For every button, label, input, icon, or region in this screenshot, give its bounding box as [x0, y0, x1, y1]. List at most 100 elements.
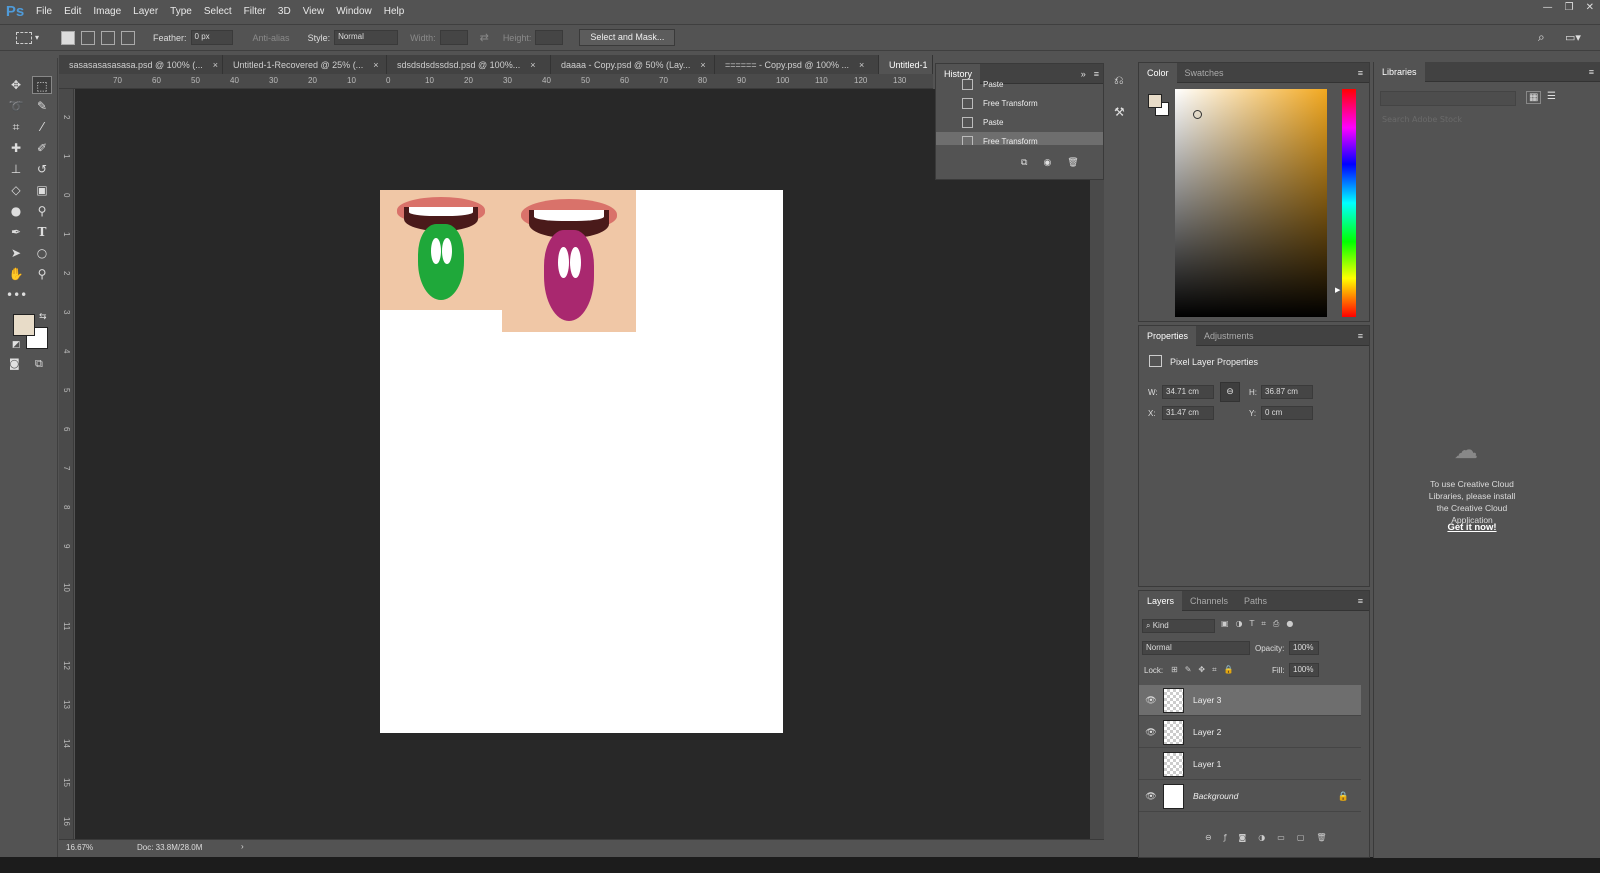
type-tool-icon[interactable]: T: [32, 223, 52, 241]
history-item[interactable]: Paste: [936, 113, 1103, 132]
marquee-tool-icon[interactable]: ⬚: [32, 76, 52, 94]
hand-tool-icon[interactable]: ✋: [6, 265, 26, 283]
tab-close-icon[interactable]: ×: [530, 60, 535, 70]
tab-channels[interactable]: Channels: [1182, 591, 1236, 611]
tab-close-icon[interactable]: ×: [373, 60, 378, 70]
snapshot-camera-icon[interactable]: ◉: [1043, 158, 1051, 168]
panel-menu-icon[interactable]: ≡: [1358, 331, 1363, 341]
hue-slider[interactable]: [1342, 89, 1356, 317]
hue-slider-handle-icon[interactable]: ▶: [1335, 286, 1340, 294]
menu-select[interactable]: Select: [198, 6, 238, 17]
more-tools-icon[interactable]: •••: [6, 286, 27, 304]
foreground-color-swatch[interactable]: [13, 314, 35, 336]
tab-layers[interactable]: Layers: [1139, 590, 1183, 611]
tab-document-5[interactable]: ====== - Copy.psd @ 100% ... ×: [715, 55, 879, 74]
quick-select-tool-icon[interactable]: ✎: [32, 97, 52, 115]
layer-row[interactable]: 👁 Layer 2: [1139, 717, 1361, 748]
tab-color[interactable]: Color: [1139, 62, 1177, 83]
gradient-tool-icon[interactable]: ▣: [32, 181, 52, 199]
visibility-eye-icon[interactable]: 👁: [1139, 695, 1163, 706]
opacity-input[interactable]: 100%: [1289, 641, 1319, 655]
brush-tool-icon[interactable]: ✐: [32, 139, 52, 157]
panel-menu-icon[interactable]: ≡: [1358, 596, 1363, 606]
tab-document-4[interactable]: daaaa - Copy.psd @ 50% (Lay... ×: [551, 55, 715, 74]
history-brush-tool-icon[interactable]: ↺: [32, 160, 52, 178]
marquee-tool-preset-icon[interactable]: [16, 31, 32, 44]
tab-libraries[interactable]: Libraries: [1374, 61, 1425, 82]
get-it-now-link[interactable]: Get it now!: [1434, 522, 1510, 533]
layer-row[interactable]: 👁 Layer 3: [1139, 685, 1361, 716]
tab-close-icon[interactable]: ×: [700, 60, 705, 70]
menu-3d[interactable]: 3D: [272, 6, 297, 17]
status-expand-icon[interactable]: ›: [241, 842, 244, 851]
menu-help[interactable]: Help: [378, 6, 411, 17]
zoom-tool-icon[interactable]: ⚲: [32, 265, 52, 283]
canvas-area[interactable]: [75, 89, 1090, 839]
tab-close-icon[interactable]: ×: [213, 60, 218, 70]
move-tool-icon[interactable]: ✥: [6, 76, 26, 94]
swap-dimensions-icon[interactable]: ⇄: [480, 31, 489, 44]
eyedropper-tool-icon[interactable]: ⁄: [32, 118, 52, 136]
width-input[interactable]: 34.71 cm: [1162, 385, 1214, 399]
tab-document-2[interactable]: Untitled-1-Recovered @ 25% (... ×: [223, 55, 387, 74]
style-select[interactable]: Normal: [334, 30, 399, 45]
grid-view-icon[interactable]: ▦: [1526, 91, 1542, 104]
panel-menu-icon[interactable]: ≡: [1358, 68, 1363, 78]
menu-layer[interactable]: Layer: [127, 6, 164, 17]
intersect-selection-icon[interactable]: [121, 30, 136, 45]
tool-presets-icon[interactable]: ⚒: [1114, 105, 1125, 119]
restore-icon[interactable]: ❐: [1565, 2, 1574, 13]
menu-filter[interactable]: Filter: [238, 6, 272, 17]
y-input[interactable]: 0 cm: [1261, 406, 1313, 420]
tab-swatches[interactable]: Swatches: [1177, 63, 1232, 83]
menu-type[interactable]: Type: [164, 6, 198, 17]
visibility-eye-icon[interactable]: 👁: [1139, 791, 1163, 802]
clone-stamp-tool-icon[interactable]: ⊥: [6, 160, 26, 178]
history-item[interactable]: Free Transform: [936, 94, 1103, 113]
list-view-icon[interactable]: ☰: [1547, 91, 1556, 102]
lasso-tool-icon[interactable]: ➰: [6, 97, 26, 115]
menu-window[interactable]: Window: [330, 6, 378, 17]
tab-adjustments[interactable]: Adjustments: [1196, 326, 1262, 346]
tab-document-1[interactable]: sasasasasasasa.psd @ 100% (... ×: [59, 55, 223, 74]
lock-icons[interactable]: ⊞✎✥⌗🔒: [1171, 665, 1241, 675]
new-selection-icon[interactable]: [61, 30, 76, 45]
new-document-from-state-icon[interactable]: ⧉: [1021, 158, 1027, 168]
subtract-from-selection-icon[interactable]: [101, 30, 116, 45]
filter-kind-select[interactable]: ⌕ Kind: [1142, 619, 1215, 633]
menu-edit[interactable]: Edit: [58, 6, 87, 17]
document-canvas[interactable]: [380, 190, 783, 733]
width-input[interactable]: [439, 30, 468, 45]
x-input[interactable]: 31.47 cm: [1162, 406, 1214, 420]
feather-input[interactable]: 0 px: [190, 30, 233, 45]
height-input[interactable]: 36.87 cm: [1261, 385, 1313, 399]
add-to-selection-icon[interactable]: [81, 30, 96, 45]
menu-image[interactable]: Image: [87, 6, 127, 17]
anti-alias-checkbox[interactable]: Anti-alias: [253, 33, 290, 43]
ellipse-tool-icon[interactable]: ○: [32, 244, 52, 262]
tab-document-6[interactable]: Untitled-1: [879, 55, 933, 74]
history-item[interactable]: Paste: [936, 75, 1103, 94]
dodge-tool-icon[interactable]: ⚲: [32, 202, 52, 220]
eraser-tool-icon[interactable]: ◇: [6, 181, 26, 199]
quick-mask-icon[interactable]: ◙: [9, 357, 20, 370]
healing-brush-tool-icon[interactable]: ✚: [6, 139, 26, 157]
history-item[interactable]: Free Transform: [936, 132, 1103, 145]
color-picker-cursor[interactable]: [1193, 110, 1202, 119]
saturation-brightness-field[interactable]: [1175, 89, 1327, 317]
height-input[interactable]: [535, 30, 564, 45]
library-select[interactable]: [1380, 91, 1516, 106]
path-selection-tool-icon[interactable]: ➤: [6, 244, 26, 262]
screen-mode-icon[interactable]: ⧉: [35, 357, 43, 371]
minimize-icon[interactable]: —: [1543, 2, 1553, 13]
tab-close-icon[interactable]: ×: [859, 60, 864, 70]
link-dimensions-icon[interactable]: ⊖: [1220, 382, 1240, 402]
crop-tool-icon[interactable]: ⌗: [6, 118, 26, 136]
trash-icon[interactable]: 🗑: [1067, 158, 1078, 168]
swap-colors-icon[interactable]: ⇆: [39, 312, 47, 322]
panel-menu-icon[interactable]: ≡: [1589, 67, 1594, 77]
workspace-icon[interactable]: ▭▾: [1565, 31, 1581, 44]
stock-search-input[interactable]: Search Adobe Stock: [1382, 115, 1566, 124]
blur-tool-icon[interactable]: ●: [6, 202, 26, 220]
layer-row[interactable]: 👁 Background 🔒: [1139, 781, 1361, 812]
